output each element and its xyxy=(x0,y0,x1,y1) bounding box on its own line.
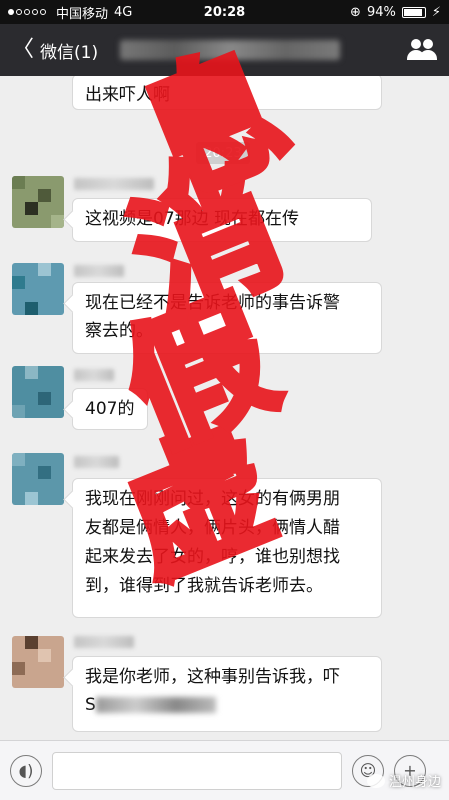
sender-name-blurred xyxy=(74,456,119,468)
voice-input-button[interactable]: ◖) xyxy=(10,754,42,787)
status-bar: 中国移动 4G 20:28 ⊕ 94% ⚡ xyxy=(0,0,449,24)
back-label: 微信(1) xyxy=(40,42,99,63)
watermark: 温州身边 xyxy=(366,771,441,790)
nav-bar: 〈 微信(1) xyxy=(0,24,449,76)
input-bar: ◖) ☺ + 温州身边 xyxy=(0,740,449,800)
wechat-logo-icon xyxy=(366,773,385,788)
avatar[interactable] xyxy=(12,366,64,418)
avatar[interactable] xyxy=(12,263,64,315)
message-text-line: S xyxy=(85,691,369,719)
message-text-fragment: S xyxy=(85,695,96,715)
message-text-line: 我现在刚刚问过，这女的有俩男朋 xyxy=(85,489,340,509)
signal-icon xyxy=(8,9,46,15)
lock-rotation-icon: ⊕ xyxy=(350,4,361,20)
message-text-line: 我是你老师，这种事别告诉我，吓 xyxy=(85,667,340,687)
watermark-text: 温州身边 xyxy=(388,775,441,790)
back-arrow-icon: 〈 xyxy=(12,37,35,62)
message-text: 407的 xyxy=(85,399,135,419)
message-bubble[interactable]: 这视频是07那边 现在都在传 xyxy=(72,198,372,242)
message-bubble[interactable]: 现在已经不是告诉老师的事告诉警 察去的。 xyxy=(72,282,382,354)
sender-name-blurred xyxy=(74,636,134,648)
chat-title-blurred xyxy=(120,40,341,60)
group-members-icon[interactable] xyxy=(407,37,437,63)
message-input[interactable] xyxy=(52,751,342,790)
message-text-line: 友都是俩情人，俩片头，俩情人醋 xyxy=(85,518,340,538)
message-bubble[interactable]: 407的 xyxy=(72,388,148,430)
network-label: 4G xyxy=(114,4,133,20)
timestamp-pill: 20:23 xyxy=(196,142,250,164)
message-text-line: 起来发去了女的，哼，谁也别想找 xyxy=(85,547,340,567)
avatar[interactable] xyxy=(12,453,64,505)
message-text-line: 到，谁得到了我就告诉老师去。 xyxy=(85,576,323,596)
battery-icon xyxy=(401,6,426,18)
voice-icon: ◖) xyxy=(18,761,34,780)
avatar[interactable] xyxy=(12,636,64,688)
sender-name-blurred xyxy=(74,369,114,381)
message-bubble[interactable]: 出来吓人啊 xyxy=(72,76,382,110)
blurred-text xyxy=(95,697,216,713)
message-bubble[interactable]: 我是你老师，这种事别告诉我，吓 S xyxy=(72,656,382,732)
message-text-line: 现在已经不是告诉老师的事告诉警 xyxy=(85,293,340,313)
charging-icon: ⚡ xyxy=(431,4,441,20)
battery-percent: 94% xyxy=(366,4,396,20)
status-right: ⊕ 94% ⚡ xyxy=(350,5,441,20)
sender-name-blurred xyxy=(74,178,154,190)
carrier-label: 中国移动 xyxy=(56,6,109,22)
message-text-line: 察去的。 xyxy=(85,321,153,341)
back-button[interactable]: 〈 微信(1) xyxy=(12,38,98,63)
avatar[interactable] xyxy=(12,176,64,228)
sender-name-blurred xyxy=(74,265,124,277)
message-text: 出来吓人啊 xyxy=(85,85,170,105)
status-left: 中国移动 4G xyxy=(8,3,132,22)
message-text: 这视频是07那边 现在都在传 xyxy=(85,209,300,229)
chat-area[interactable]: 出来吓人啊 20:23 这视频是07那边 现在都在传 现在已经不是告诉老师的事告… xyxy=(0,76,449,740)
message-bubble[interactable]: 我现在刚刚问过，这女的有俩男朋 友都是俩情人，俩片头，俩情人醋 起来发去了女的，… xyxy=(72,478,382,618)
